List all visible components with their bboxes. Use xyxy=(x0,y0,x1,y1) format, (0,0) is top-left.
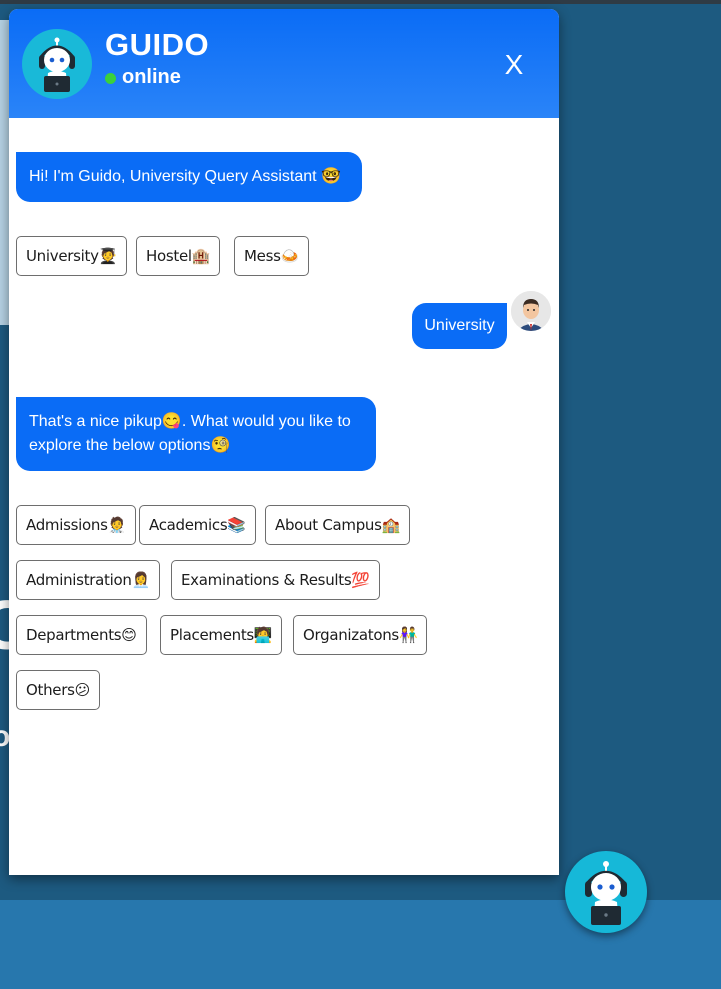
bot-message-followup: That's a nice pikup😋. What would you lik… xyxy=(16,397,376,471)
chatbot-launcher-button[interactable] xyxy=(565,851,647,933)
option-chip-mess[interactable]: Mess🍛 xyxy=(234,236,309,276)
bot-name: GUIDO xyxy=(105,27,210,62)
chat-window: GUIDO online X Hi! I'm Guido, University… xyxy=(9,9,559,875)
chat-header: GUIDO online X xyxy=(9,9,559,118)
user-avatar-icon xyxy=(511,291,551,331)
status-text: online xyxy=(122,66,181,88)
option-chip-academics[interactable]: Academics📚 xyxy=(139,505,256,545)
option-chip-examinations[interactable]: Examinations & Results💯 xyxy=(171,560,380,600)
option-chip-about-campus[interactable]: About Campus🏫 xyxy=(265,505,411,545)
user-message: University xyxy=(412,303,507,349)
option-chip-others[interactable]: Others😕 xyxy=(16,670,100,710)
bot-avatar xyxy=(22,29,92,99)
bot-message-greeting: Hi! I'm Guido, University Query Assistan… xyxy=(16,152,362,202)
option-chip-hostel[interactable]: Hostel🏨 xyxy=(136,236,221,276)
option-chip-organizations[interactable]: Organizatons👫 xyxy=(293,615,428,655)
browser-top-strip xyxy=(0,0,721,4)
option-chip-placements[interactable]: Placements🧑‍💻 xyxy=(160,615,283,655)
option-chip-university[interactable]: University🧑‍🎓 xyxy=(16,236,128,276)
option-chip-departments[interactable]: Departments😊 xyxy=(16,615,147,655)
robot-icon xyxy=(39,37,75,92)
close-button[interactable]: X xyxy=(499,47,529,83)
online-status-dot xyxy=(105,73,116,84)
user-avatar xyxy=(511,291,551,331)
option-chip-administration[interactable]: Administration👩‍💼 xyxy=(16,560,160,600)
option-chip-admissions[interactable]: Admissions🧑‍⚕️ xyxy=(16,505,136,545)
robot-icon xyxy=(585,861,627,925)
